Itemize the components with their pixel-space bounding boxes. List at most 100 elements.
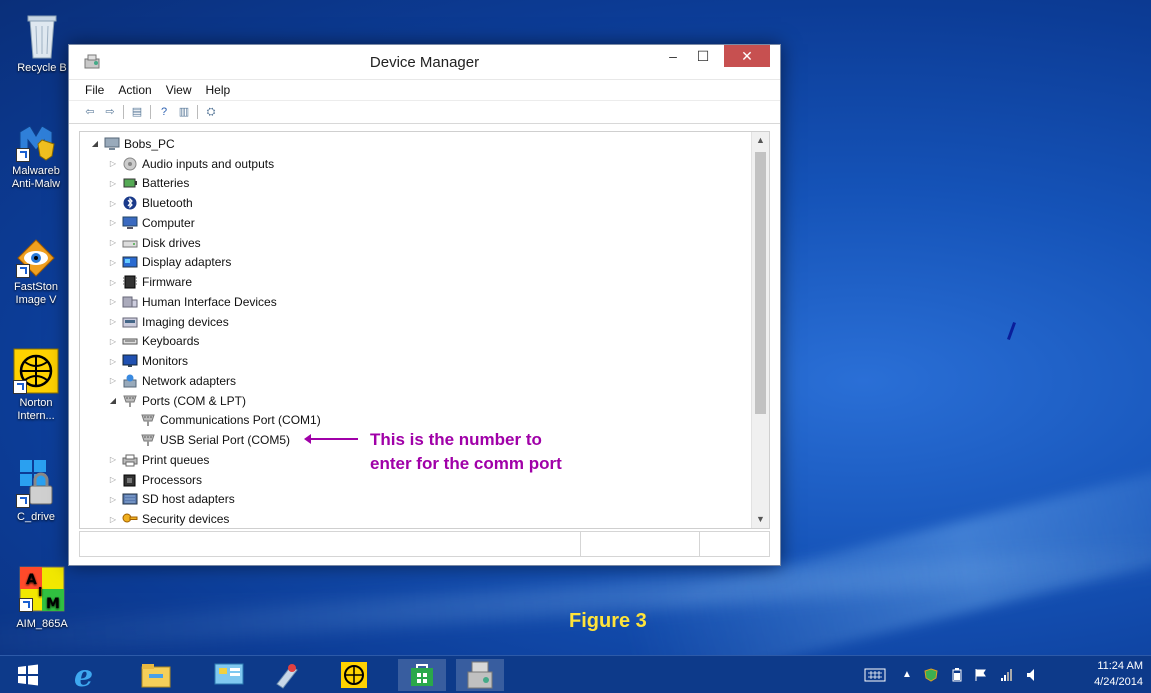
properties-icon[interactable]: ▤ <box>130 105 144 119</box>
taskbar-file-explorer[interactable] <box>132 659 180 691</box>
taskbar-device-manager[interactable] <box>456 659 504 691</box>
toolbar-separator <box>150 105 151 119</box>
taskbar-paint[interactable] <box>262 659 310 691</box>
tree-item-label: Audio inputs and outputs <box>142 156 275 171</box>
taskbar-store[interactable] <box>398 659 446 691</box>
tree-category[interactable]: ▷ Computer <box>80 213 751 233</box>
expand-triangle-icon[interactable]: ▷ <box>108 455 118 464</box>
expand-triangle-icon[interactable]: ▷ <box>108 179 118 188</box>
desktop-icon-c-drive[interactable]: C_drive <box>0 456 72 524</box>
security-shield-icon[interactable] <box>924 667 938 682</box>
menu-view[interactable]: View <box>166 83 192 97</box>
cursor-mark <box>1007 322 1016 340</box>
paint-icon <box>276 664 298 689</box>
expand-triangle-icon[interactable]: ▷ <box>108 258 118 267</box>
shortcut-arrow-icon <box>13 380 27 394</box>
menu-help[interactable]: Help <box>206 83 231 97</box>
network-signal-icon[interactable] <box>1000 668 1014 682</box>
battery-icon[interactable] <box>952 667 962 682</box>
collapse-triangle-icon[interactable]: ◢ <box>108 396 118 405</box>
monitor-icon <box>122 354 138 368</box>
expand-triangle-icon[interactable]: ▷ <box>108 278 118 287</box>
forward-arrow-icon[interactable]: ⇨ <box>103 105 117 119</box>
menu-file[interactable]: File <box>85 83 104 97</box>
tree-category[interactable]: ▷ Human Interface Devices <box>80 292 751 312</box>
store-icon <box>411 664 433 686</box>
expand-triangle-icon[interactable]: ▷ <box>108 317 118 326</box>
expand-triangle-icon[interactable]: ▷ <box>108 159 118 168</box>
scan-hardware-icon[interactable]: ⛭ <box>204 105 218 119</box>
expand-triangle-icon[interactable]: ▷ <box>108 297 118 306</box>
disk-drive-icon <box>122 240 138 248</box>
aim-icon: AIM <box>19 566 65 612</box>
tree-category[interactable]: ▷ Disk drives <box>80 233 751 253</box>
scrollbar-thumb[interactable] <box>755 152 766 414</box>
tree-category[interactable]: ◢ Ports (COM & LPT) <box>80 391 751 411</box>
expand-triangle-icon[interactable]: ▷ <box>108 475 118 484</box>
expand-triangle-icon[interactable]: ▷ <box>108 495 118 504</box>
tree-category[interactable]: ▷ Keyboards <box>80 332 751 352</box>
tree-item-label: Computer <box>142 215 195 230</box>
scroll-down-icon[interactable]: ▼ <box>752 511 769 528</box>
view-icon[interactable]: ▥ <box>177 105 191 119</box>
desktop-icon-aim[interactable]: AIM AIM_865A <box>6 566 78 631</box>
expand-triangle-icon[interactable]: ▷ <box>108 199 118 208</box>
menu-bar: File Action View Help <box>69 80 780 101</box>
tree-category[interactable]: ▷ Monitors <box>80 351 751 371</box>
desktop-icon-label: Norton <box>19 397 53 409</box>
tree-category[interactable]: ▷ Bluetooth <box>80 193 751 213</box>
desktop-icon-malwarebytes[interactable]: Malwareb Anti-Malw <box>0 122 72 191</box>
expand-triangle-icon[interactable]: ▷ <box>108 515 118 524</box>
desktop-icon-norton[interactable]: Norton Intern... <box>0 348 72 423</box>
maximize-button[interactable]: ☐ <box>688 45 718 67</box>
tree-category[interactable]: ▷ Audio inputs and outputs <box>80 154 751 174</box>
shortcut-arrow-icon <box>19 598 33 612</box>
vertical-scrollbar[interactable]: ▲ ▼ <box>751 132 769 528</box>
tree-category[interactable]: ▷ Network adapters <box>80 371 751 391</box>
bluetooth-icon <box>123 196 137 210</box>
taskbar-control-panel[interactable] <box>205 659 253 691</box>
taskbar-norton[interactable] <box>330 659 378 691</box>
expand-triangle-icon[interactable]: ▷ <box>108 238 118 247</box>
tree-item-label: Human Interface Devices <box>142 294 277 309</box>
desktop-icon-label: Image V <box>15 294 57 306</box>
faststone-icon <box>16 238 56 278</box>
tree-category[interactable]: ▷ SD host adapters <box>80 490 751 510</box>
keyboard-icon[interactable] <box>864 668 886 682</box>
tree-item-label: Bluetooth <box>142 196 193 211</box>
expand-triangle-icon[interactable]: ▷ <box>108 357 118 366</box>
display-adapter-icon <box>122 256 138 268</box>
tree-category[interactable]: ▷ Security devices <box>80 509 751 528</box>
expand-triangle-icon[interactable]: ▷ <box>108 337 118 346</box>
tree-category[interactable]: ▷ Batteries <box>80 174 751 194</box>
tree-item-label: Monitors <box>142 354 189 369</box>
status-bar <box>79 531 770 557</box>
tree-category[interactable]: ▷ Firmware <box>80 272 751 292</box>
tree-item-label: Ports (COM & LPT) <box>142 393 247 408</box>
collapse-triangle-icon[interactable]: ◢ <box>90 139 100 148</box>
expand-triangle-icon[interactable]: ▷ <box>108 376 118 385</box>
title-bar[interactable]: Device Manager – ☐ ✕ <box>69 45 780 80</box>
computer-icon <box>122 216 138 229</box>
ie-icon: e <box>74 660 93 690</box>
tree-root-label: Bobs_PC <box>124 136 175 151</box>
taskbar-ie[interactable]: e <box>60 659 108 691</box>
scroll-up-icon[interactable]: ▲ <box>752 132 769 149</box>
help-icon[interactable]: ? <box>157 105 171 119</box>
tree-root[interactable]: ◢ Bobs_PC <box>80 134 751 154</box>
action-center-flag-icon[interactable] <box>974 668 988 682</box>
tree-category[interactable]: ▷ Display adapters <box>80 253 751 273</box>
volume-icon[interactable] <box>1026 668 1038 682</box>
close-button[interactable]: ✕ <box>724 45 770 67</box>
show-hidden-icons-chevron-icon[interactable]: ▲ <box>902 669 912 680</box>
start-button[interactable] <box>4 659 52 691</box>
minimize-button[interactable]: – <box>658 45 688 67</box>
expand-triangle-icon[interactable]: ▷ <box>108 218 118 227</box>
taskbar-clock[interactable]: 11:24 AM 4/24/2014 <box>1094 658 1143 690</box>
annotation-line-1: This is the number to <box>370 430 542 449</box>
back-arrow-icon[interactable]: ⇦ <box>83 105 97 119</box>
menu-action[interactable]: Action <box>118 83 151 97</box>
tree-category[interactable]: ▷ Imaging devices <box>80 312 751 332</box>
tree-item-label: Communications Port (COM1) <box>160 413 321 428</box>
desktop-icon-faststone[interactable]: FastSton Image V <box>0 238 72 307</box>
